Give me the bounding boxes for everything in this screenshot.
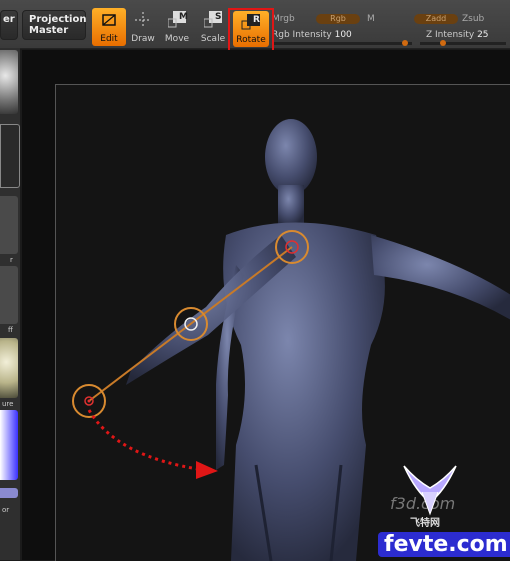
projection-master-line2: Master xyxy=(29,25,79,36)
figure-head xyxy=(265,119,317,195)
move-tool-label: Move xyxy=(160,34,194,44)
scale-key-label: S xyxy=(215,12,221,22)
draw-tool-label: Draw xyxy=(126,34,160,44)
mrgb-label[interactable]: Mrgb xyxy=(272,14,295,24)
rgb-intensity-track[interactable] xyxy=(272,42,412,45)
projection-master-line1: Projection xyxy=(29,14,79,25)
texture-thumb[interactable] xyxy=(0,266,18,324)
projection-master-button[interactable]: Projection Master xyxy=(22,10,86,40)
matcap-thumb[interactable] xyxy=(0,338,18,398)
top-toolbar: er Projection Master Edit Draw M Move S … xyxy=(0,0,510,49)
rotation-arrow-head xyxy=(196,461,218,479)
zadd-toggle[interactable]: Zadd xyxy=(414,14,458,24)
figure-neck xyxy=(278,185,304,225)
move-tool-button[interactable]: M Move xyxy=(160,8,194,46)
edit-tool-label: Edit xyxy=(92,34,126,44)
transpose-start-center xyxy=(88,400,91,403)
rgb-intensity-label: Rgb Intensity xyxy=(272,30,332,40)
watermark-logo xyxy=(400,462,460,518)
rotate-highlight-box xyxy=(228,8,274,52)
z-intensity-knob[interactable] xyxy=(440,40,446,46)
figure-arm-right xyxy=(371,235,510,320)
stroke-thumb[interactable] xyxy=(0,124,20,188)
tray-label-3: ure xyxy=(2,400,13,408)
move-key-label: M xyxy=(179,12,188,22)
watermark-site-bottom: fevte.com xyxy=(378,532,510,557)
zsub-label[interactable]: Zsub xyxy=(462,14,484,24)
z-intensity-track[interactable] xyxy=(420,42,506,45)
z-intensity-value: 25 xyxy=(477,30,488,40)
edit-icon xyxy=(100,11,118,29)
rgb-intensity-knob[interactable] xyxy=(402,40,408,46)
tray-label-2: ff xyxy=(8,326,13,334)
tray-label-4: or xyxy=(2,506,9,514)
rgb-toggle[interactable]: Rgb xyxy=(316,14,360,24)
scale-tool-button[interactable]: S Scale xyxy=(196,8,230,46)
color-swatch[interactable] xyxy=(0,488,18,498)
alpha-thumb[interactable] xyxy=(0,196,18,254)
draw-tool-button[interactable]: Draw xyxy=(126,8,160,46)
material-thumb[interactable] xyxy=(0,50,18,114)
color-picker[interactable] xyxy=(0,410,18,480)
z-intensity-label: Z Intensity xyxy=(426,30,474,40)
tray-label-1: r xyxy=(10,256,13,264)
edit-tool-button[interactable]: Edit xyxy=(92,8,126,46)
left-tray: r ff ure or xyxy=(0,48,20,560)
watermark-brand: 飞特网 xyxy=(410,514,440,529)
rgb-intensity-slider[interactable]: Rgb Intensity 100 xyxy=(272,30,352,40)
feather-logo-icon xyxy=(400,462,460,518)
m-label[interactable]: M xyxy=(367,14,375,24)
menu-button-cut-label: er xyxy=(3,14,15,25)
draw-icon xyxy=(134,11,152,29)
menu-button-cut[interactable]: er xyxy=(0,10,18,40)
rgb-intensity-value: 100 xyxy=(335,30,352,40)
z-intensity-slider[interactable]: Z Intensity 25 xyxy=(426,30,489,40)
scale-tool-label: Scale xyxy=(196,34,230,44)
rotation-arrow-path xyxy=(89,410,204,470)
